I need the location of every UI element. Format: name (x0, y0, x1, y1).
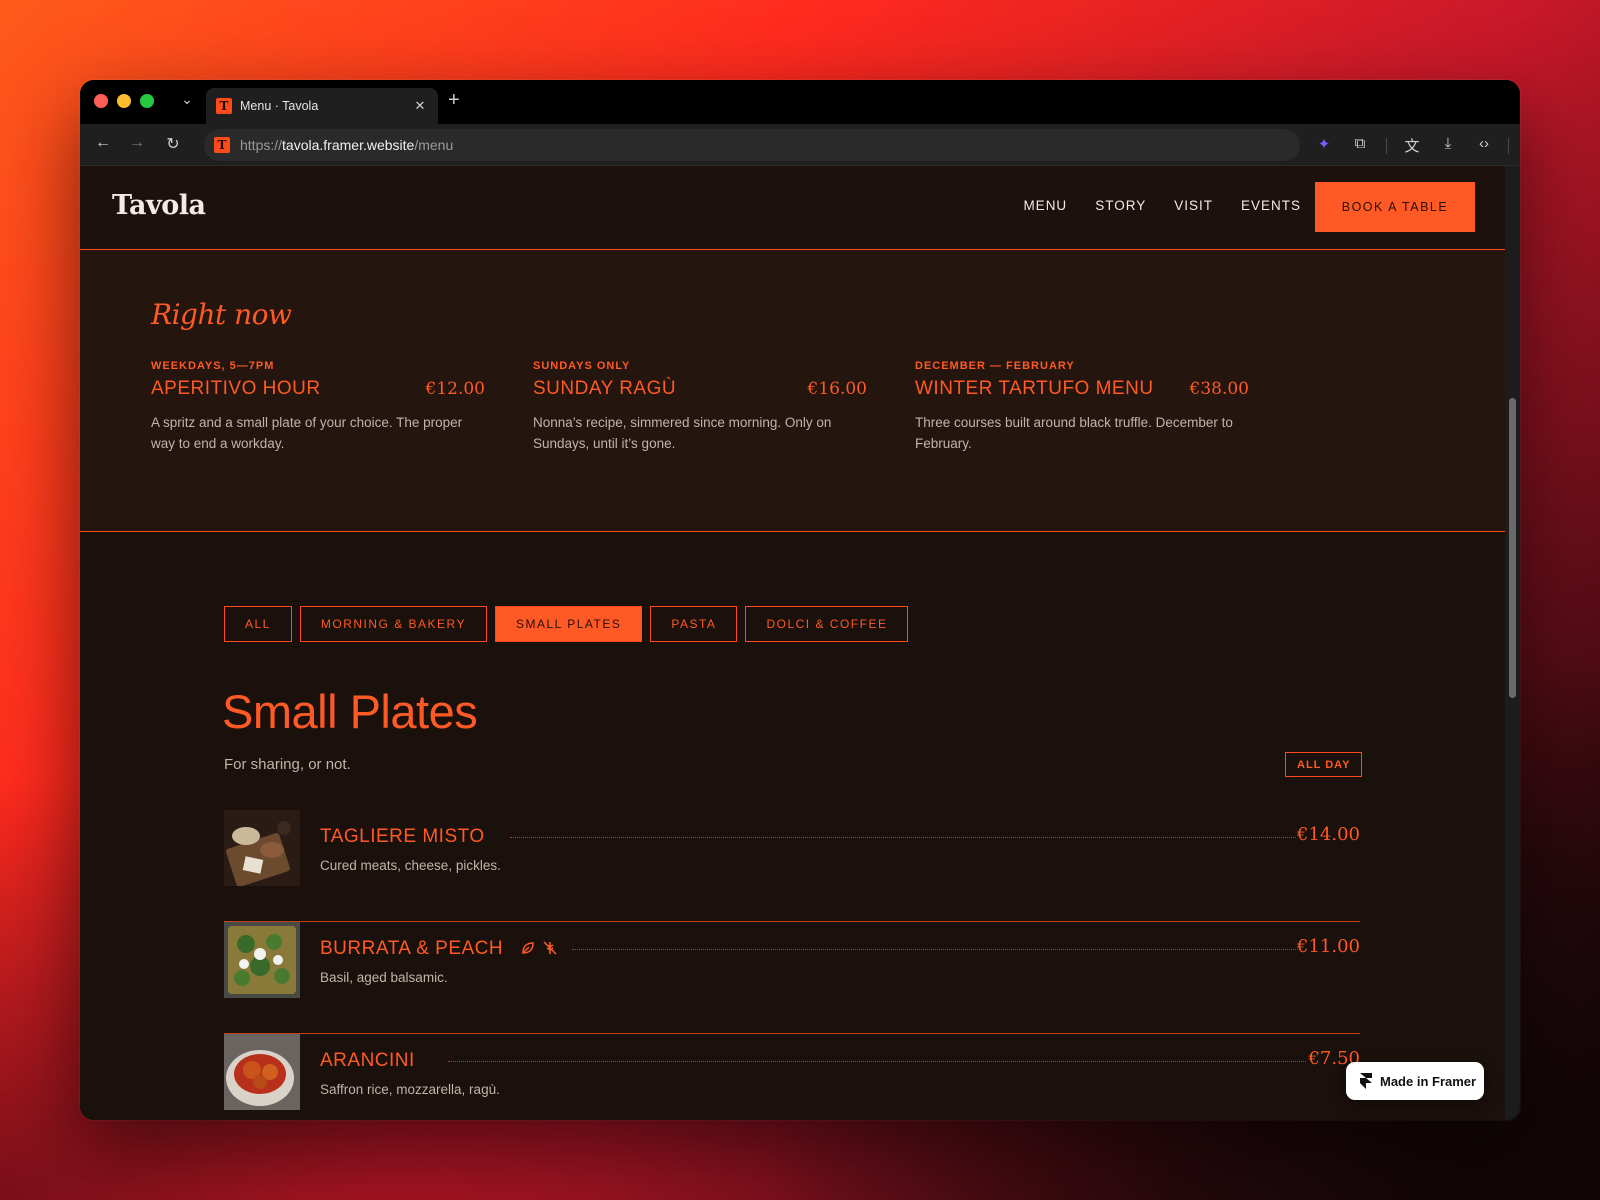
back-arrow-icon[interactable]: ← (92, 134, 114, 152)
new-tab-icon[interactable]: + (448, 90, 460, 110)
special-price: €12.00 (425, 379, 485, 399)
dish-photo (224, 922, 300, 998)
extensions-puzzle-icon[interactable]: ⧉ (1350, 135, 1370, 152)
special-description: Nonna’s recipe, simmered since morning. … (533, 415, 832, 451)
item-price: €14.00 (1297, 824, 1360, 845)
main-nav: MENU STORY VISIT EVENTS (1023, 198, 1301, 213)
right-now-section: Right now WEEKDAYS, 5—7PM APERITIVO HOUR… (80, 250, 1505, 532)
translate-icon[interactable]: 文 (1402, 135, 1422, 156)
availability-badge: ALL DAY (1285, 752, 1363, 777)
item-name: TAGLIERE MISTO (320, 826, 485, 847)
menu-item[interactable]: ARANCINI €7.50 Saffron rice, mozzarella,… (224, 1034, 1360, 1120)
framer-logo-icon (1360, 1073, 1372, 1089)
made-in-framer-badge[interactable]: Made in Framer (1346, 1062, 1484, 1100)
filter-morning-bakery[interactable]: MORNING & BAKERY (299, 606, 487, 642)
vegetarian-leaf-icon (522, 942, 534, 954)
menu-item[interactable]: TAGLIERE MISTO €14.00 Cured meats, chees… (224, 810, 1360, 922)
leader-line (448, 1061, 1306, 1062)
nav-story[interactable]: STORY (1095, 198, 1146, 213)
menu-item[interactable]: BURRATA & PEACH €11.00 Basil, aged balsa… (224, 922, 1360, 1034)
browser-window: ⌄ T Menu · Tavola ✕ + ← → ↻ T https://ta… (80, 80, 1520, 1120)
extension-sparkle-icon[interactable]: ✦ (1314, 135, 1334, 153)
special-description: A spritz and a small plate of your choic… (151, 415, 463, 451)
close-window-button[interactable] (94, 94, 108, 108)
menu-section: ALL MORNING & BAKERY SMALL PLATES PASTA … (80, 532, 1505, 1120)
page-scrollbar[interactable] (1505, 166, 1520, 1120)
address-bar[interactable]: T https://tavola.framer.website/menu (204, 129, 1300, 161)
item-description: Saffron rice, mozzarella, ragù. (320, 1082, 500, 1097)
item-price: €11.00 (1297, 936, 1360, 957)
filter-pasta[interactable]: PASTA (650, 606, 738, 642)
leader-line (510, 837, 1296, 838)
item-name: BURRATA & PEACH (320, 938, 504, 959)
category-filters: ALL MORNING & BAKERY SMALL PLATES PASTA … (224, 606, 909, 642)
right-now-title: Right now (151, 298, 292, 331)
nav-visit[interactable]: VISIT (1174, 198, 1213, 213)
filter-small-plates[interactable]: SMALL PLATES (495, 606, 643, 642)
special-price: €16.00 (807, 379, 867, 399)
dish-photo (224, 1034, 300, 1110)
dietary-icons (520, 940, 558, 956)
item-name: ARANCINI (320, 1050, 415, 1071)
window-controls (94, 94, 154, 108)
special-name: WINTER TARTUFO MENU (915, 378, 1154, 399)
tab-title: Menu · Tavola (240, 99, 319, 113)
code-icon[interactable]: ‹› (1474, 135, 1494, 152)
site-favicon-icon: T (214, 137, 230, 153)
filter-dolci-coffee[interactable]: DOLCI & COFFEE (745, 606, 909, 642)
minimize-window-button[interactable] (117, 94, 131, 108)
chevron-down-icon[interactable]: ⌄ (178, 91, 196, 108)
section-subtitle: For sharing, or not. (224, 756, 351, 773)
toolbar-divider (1386, 138, 1387, 154)
leader-line (572, 949, 1300, 950)
filter-all[interactable]: ALL (224, 606, 292, 642)
site-logo[interactable]: Tavola (112, 190, 206, 221)
special-card: WEEKDAYS, 5—7PM APERITIVO HOUR €12.00 A … (151, 360, 485, 454)
browser-tab[interactable]: T Menu · Tavola ✕ (206, 88, 438, 124)
book-table-button[interactable]: BOOK A TABLE (1315, 182, 1475, 232)
toolbar-divider (1508, 138, 1509, 154)
item-description: Cured meats, cheese, pickles. (320, 858, 501, 873)
favicon-icon: T (216, 98, 232, 114)
browser-toolbar: ← → ↻ T https://tavola.framer.website/me… (80, 124, 1520, 166)
download-icon[interactable]: ⤓ (1438, 135, 1458, 152)
special-description: Three courses built around black truffle… (915, 415, 1233, 451)
special-tag: SUNDAYS ONLY (533, 360, 631, 372)
special-tag: DECEMBER — FEBRUARY (915, 360, 1075, 372)
nav-events[interactable]: EVENTS (1241, 198, 1301, 213)
special-name: SUNDAY RAGÙ (533, 378, 677, 399)
maximize-window-button[interactable] (140, 94, 154, 108)
badge-label: Made in Framer (1380, 1073, 1477, 1089)
web-page: Tavola MENU STORY VISIT EVENTS BOOK A TA… (80, 166, 1505, 1120)
item-description: Basil, aged balsamic. (320, 970, 448, 985)
forward-arrow-icon[interactable]: → (126, 134, 148, 152)
url-text: https://tavola.framer.website/menu (240, 137, 454, 153)
dish-photo (224, 810, 300, 886)
site-header: Tavola MENU STORY VISIT EVENTS BOOK A TA… (80, 166, 1505, 250)
special-tag: WEEKDAYS, 5—7PM (151, 360, 275, 372)
tab-bar: ⌄ T Menu · Tavola ✕ + (80, 80, 1520, 124)
gluten-free-icon (543, 941, 557, 955)
close-tab-icon[interactable]: ✕ (412, 98, 428, 114)
special-card: DECEMBER — FEBRUARY WINTER TARTUFO MENU … (915, 360, 1249, 454)
scrollbar-thumb[interactable] (1509, 398, 1516, 698)
special-name: APERITIVO HOUR (151, 378, 321, 399)
special-card: SUNDAYS ONLY SUNDAY RAGÙ €16.00 Nonna’s … (533, 360, 867, 454)
nav-menu[interactable]: MENU (1023, 198, 1067, 213)
reload-icon[interactable]: ↻ (162, 134, 184, 154)
special-price: €38.00 (1189, 379, 1249, 399)
section-title: Small Plates (222, 685, 478, 738)
